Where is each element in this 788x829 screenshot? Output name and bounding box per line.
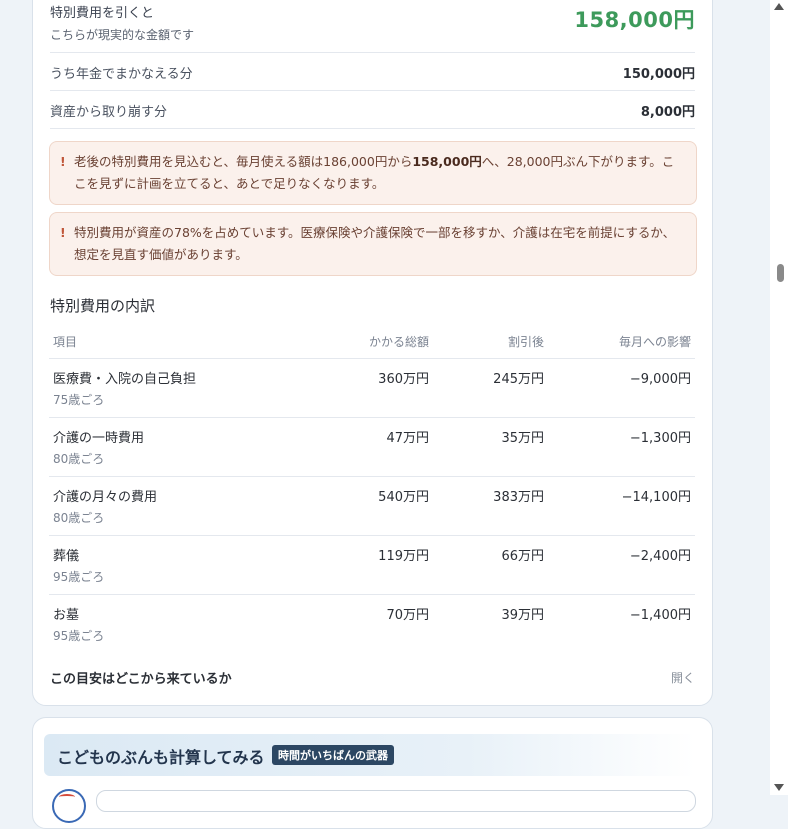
cost-total: 47万円 xyxy=(386,431,429,446)
special-costs-table: 項目 かかる総額 割引後 毎月への影響 医療費・入院の自己負担 75歳ごろ 36… xyxy=(49,325,695,653)
summary-sublabel: こちらが現実的な金額です xyxy=(50,28,195,42)
column-header-total: かかる総額 xyxy=(368,335,429,349)
cost-item-age: 95歳ごろ xyxy=(53,570,105,584)
asset-withdrawal-row: 資産から取り崩す分 8,000円 xyxy=(50,91,695,129)
scroll-thumb[interactable] xyxy=(777,264,784,282)
realistic-monthly-amount: 158,000円 xyxy=(574,8,695,32)
cost-item-age: 80歳ごろ xyxy=(53,452,105,466)
cost-total: 119万円 xyxy=(378,549,429,564)
column-header-monthly-impact: 毎月への影響 xyxy=(618,335,691,349)
notice-text: 特別費用が資産の78%を占めています。医療保険や介護保険で一部を移すか、介護は在… xyxy=(74,225,676,262)
cost-total: 540万円 xyxy=(378,490,429,505)
warning-icon: ! xyxy=(60,154,66,169)
cost-item-age: 80歳ごろ xyxy=(53,511,105,525)
scroll-down-arrow-icon[interactable] xyxy=(774,784,784,791)
cost-discounted: 35万円 xyxy=(501,431,544,446)
cost-total: 70万円 xyxy=(386,608,429,623)
warning-notice-reduction: ! 老後の特別費用を見込むと、毎月使える額は186,000円から158,000円… xyxy=(49,141,697,205)
cost-monthly-impact: −9,000円 xyxy=(629,372,691,387)
summary-label: 特別費用を引くと xyxy=(50,6,155,21)
table-row: お墓 95歳ごろ 70万円 39万円 −1,400円 xyxy=(49,595,695,653)
cost-item-name: 介護の一時費用 xyxy=(53,431,145,446)
open-toggle-button[interactable]: 開く xyxy=(671,669,695,686)
vertical-scrollbar[interactable] xyxy=(770,0,788,795)
cost-discounted: 39万円 xyxy=(501,608,544,623)
warning-notice-ratio: ! 特別費用が資産の78%を占めています。医療保険や介護保険で一部を移すか、介護… xyxy=(49,212,697,276)
source-info-toggle[interactable]: この目安はどこから来ているか xyxy=(50,668,232,687)
cost-item-name: お墓 xyxy=(53,608,80,623)
child-input-field[interactable] xyxy=(96,790,696,812)
cost-monthly-impact: −1,300円 xyxy=(629,431,691,446)
table-row: 医療費・入院の自己負担 75歳ごろ 360万円 245万円 −9,000円 xyxy=(49,359,695,418)
cost-monthly-impact: −14,100円 xyxy=(621,490,691,505)
column-header-discounted: 割引後 xyxy=(507,335,544,349)
table-header: 項目 かかる総額 割引後 毎月への影響 xyxy=(49,325,695,359)
row-value: 150,000円 xyxy=(622,67,695,82)
warning-icon: ! xyxy=(60,225,66,240)
row-value: 8,000円 xyxy=(640,105,695,120)
notice-text: 老後の特別費用を見込むと、毎月使える額は186,000円から158,000円へ、… xyxy=(74,154,675,191)
child-calc-title: こどものぶんも計算してみる xyxy=(57,748,265,767)
cost-discounted: 245万円 xyxy=(493,372,544,387)
cost-item-name: 葬儀 xyxy=(53,549,80,564)
scroll-up-arrow-icon[interactable] xyxy=(774,3,784,10)
table-row: 介護の月々の費用 80歳ごろ 540万円 383万円 −14,100円 xyxy=(49,477,695,536)
row-label: 資産から取り崩す分 xyxy=(50,105,168,120)
special-costs-heading: 特別費用の内訳 xyxy=(50,297,156,315)
row-label: うち年金でまかなえる分 xyxy=(50,67,193,82)
realistic-amount-summary: 特別費用を引くと こちらが現実的な金額です 158,000円 xyxy=(50,0,695,53)
cost-item-name: 介護の月々の費用 xyxy=(53,490,158,505)
child-calc-banner: こどものぶんも計算してみる 時間がいちばんの武器 xyxy=(44,734,695,776)
pension-covered-row: うち年金でまかなえる分 150,000円 xyxy=(50,53,695,91)
cost-total: 360万円 xyxy=(378,372,429,387)
cost-item-age: 75歳ごろ xyxy=(53,393,105,407)
column-header-item: 項目 xyxy=(53,335,78,349)
time-badge: 時間がいちばんの武器 xyxy=(272,745,394,765)
cost-item-age: 95歳ごろ xyxy=(53,629,105,643)
cost-item-name: 医療費・入院の自己負担 xyxy=(53,372,197,387)
cost-discounted: 66万円 xyxy=(501,549,544,564)
cost-monthly-impact: −2,400円 xyxy=(629,549,691,564)
table-row: 介護の一時費用 80歳ごろ 47万円 35万円 −1,300円 xyxy=(49,418,695,477)
avatar-icon xyxy=(52,789,86,823)
table-row: 葬儀 95歳ごろ 119万円 66万円 −2,400円 xyxy=(49,536,695,595)
cost-discounted: 383万円 xyxy=(493,490,544,505)
cost-monthly-impact: −1,400円 xyxy=(629,608,691,623)
